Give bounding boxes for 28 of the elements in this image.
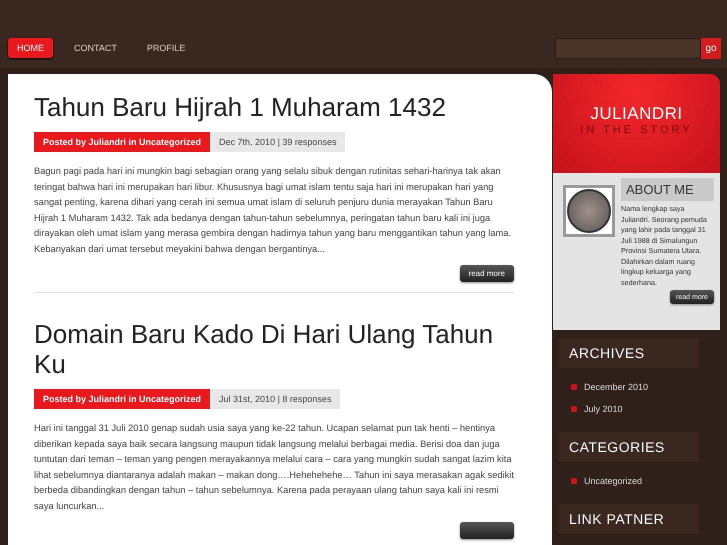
sidebar-link[interactable]: Uncategorized (584, 476, 642, 486)
post-meta: Dec 7th, 2010 | 39 responses (210, 132, 346, 152)
search-field[interactable] (555, 38, 701, 59)
post-title[interactable]: Tahun Baru Hijrah 1 Muharam 1432 (34, 92, 514, 122)
nav-link[interactable]: PROFILE (138, 38, 194, 58)
bullet-icon (571, 406, 577, 412)
sidebar-link[interactable]: December 2010 (584, 382, 648, 392)
post-excerpt: Bagun pagi pada hari ini mungkin bagi sebagian orang yang selalu sibuk dengan rutinitas sehari-harinya tak akan teringat bahwa hari ini merupakan hari libur. Khususnya bagi umat islam tentu saja hari ini merupakan hari yang sangat penting, karena dihari yang cerah ini semua umat islam di seluruh penjuru dunia merayakan Tahun Baru Hijrah 1 Muharam 1432. Tak ada bedanya dengan tahun-tahun sebelumnya, peringatan tahun baru kali ini juga dirayakan oleh umat islam yang merasa gembira dengan hadirnya tahun yang baru menggantikan tahun yang lama. Kebanyakan dari umat tersebut meyakini bahwa dengan bergantinya... (34, 165, 512, 256)
logo-title: JULIANDRI (590, 104, 683, 124)
search-button[interactable]: go (701, 38, 721, 59)
nav-link[interactable]: HOME (8, 38, 53, 58)
post-title[interactable]: Domain Baru Kado Di Hari Ulang Tahun Ku (34, 319, 514, 379)
post-byline: Posted by Juliandri in Uncategorized (34, 389, 210, 409)
read-more-button[interactable]: read more (460, 265, 514, 282)
post-excerpt: Hari ini tanggal 31 Juli 2010 genap sudah usia saya yang ke-22 tahun. Ucapan selamat pun tak henti – hentinya diberikan kepada saya baik secara langsung maupun tidak langsung melalui berbagai media. Berisi doa dan juga tuntutan dari teman – teman yang pengen merayakannya melalui cara – cara yang mungkin sudah sangat lazim kita lihat sebelumnya diantaranya adalah makan – makan dong….Hehehehehe… Tahun ini saya merasakan agak sedikit berbeda dibandingkan dengan tahun – tahun sebelumnya. Karena pada perayaan ulang tahun saya kali ini resmi saya luncurkan... (34, 422, 514, 513)
logo-subtitle: IN THE STORY (580, 124, 693, 136)
post-meta: Jul 31st, 2010 | 8 responses (210, 389, 340, 409)
widget-heading: CATEGORIES (559, 432, 699, 462)
widget-heading: ARCHIVES (559, 338, 699, 368)
avatar-icon (563, 185, 615, 237)
widget-heading: LINK PATNER (559, 504, 699, 534)
bullet-icon (571, 384, 577, 390)
post-byline: Posted by Juliandri in Uncategorized (34, 132, 210, 152)
nav-link[interactable]: CONTACT (65, 38, 126, 58)
bullet-icon (571, 478, 577, 484)
read-more-button[interactable] (460, 522, 514, 539)
sidebar-link[interactable]: July 2010 (584, 404, 623, 414)
about-heading: ABOUT ME (621, 178, 714, 201)
